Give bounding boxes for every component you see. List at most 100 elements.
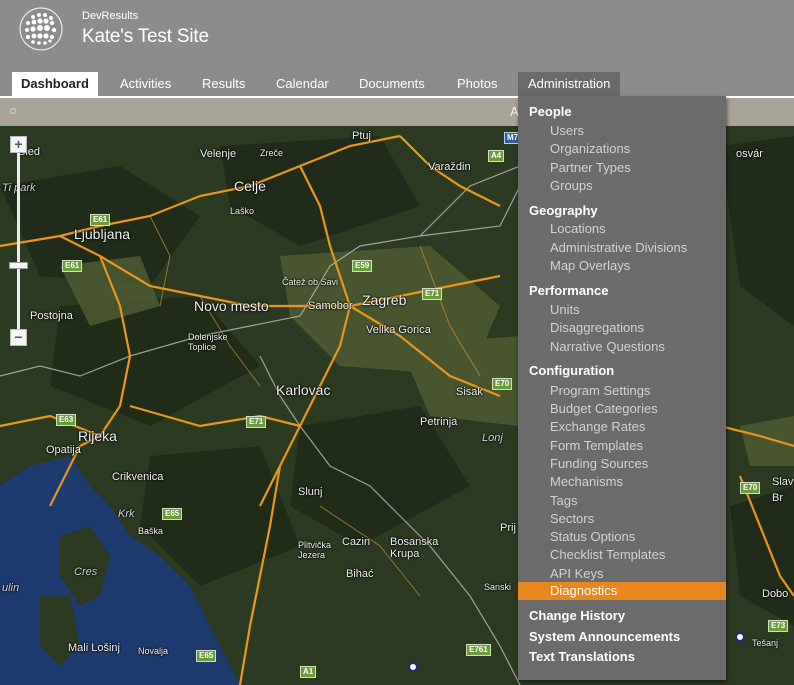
menu-item-map-overlays[interactable]: Map Overlays [550, 258, 630, 273]
menu-item-mechanisms[interactable]: Mechanisms [550, 474, 623, 489]
road-badge: E71 [422, 288, 443, 300]
map-label: Rijeka [78, 428, 117, 444]
map-label: Velenje [200, 148, 237, 160]
road-badge: E65 [162, 508, 183, 520]
zoom-slider-track[interactable] [17, 153, 20, 337]
map-marker[interactable] [735, 632, 745, 642]
menu-item-system-announcements[interactable]: System Announcements [529, 629, 680, 644]
road-badge: E73 [768, 620, 789, 632]
map-label: Bosanska Krupa [390, 536, 439, 560]
map-label: Crikvenica [112, 471, 164, 483]
menu-item-users[interactable]: Users [550, 123, 584, 138]
collapse-icon[interactable] [10, 108, 16, 114]
menu-item-funding-sources[interactable]: Funding Sources [550, 456, 648, 471]
map-label: Postojna [30, 310, 73, 322]
tab-calendar[interactable]: Calendar [276, 72, 329, 96]
menu-item-units[interactable]: Units [550, 302, 580, 317]
map-label: Br [772, 492, 783, 504]
site-title[interactable]: Kate's Test Site [82, 26, 209, 48]
menu-item-locations[interactable]: Locations [550, 221, 606, 236]
devresults-logo-icon[interactable] [18, 6, 64, 52]
map-label: Sanski [484, 582, 512, 592]
map-label: Laško [230, 206, 255, 216]
map-label: Varaždin [428, 161, 471, 173]
map-label: Bihać [346, 568, 374, 580]
menu-item-sectors[interactable]: Sectors [550, 511, 594, 526]
menu-item-api-keys[interactable]: API Keys [550, 566, 603, 581]
zoom-out-button[interactable]: − [10, 329, 27, 346]
tab-dashboard[interactable]: Dashboard [12, 72, 98, 96]
map-label: Čatež ob Savi [282, 277, 339, 287]
map-label: Mali Lošinj [68, 642, 120, 654]
road-badge: A1 [300, 666, 317, 678]
map-label: Lonj [482, 432, 503, 444]
menu-section-configuration[interactable]: Configuration [529, 363, 614, 378]
map-label: Cazin [342, 536, 371, 548]
road-badge: E65 [196, 650, 217, 662]
map-label: Zagreb [362, 292, 407, 308]
menu-item-tags[interactable]: Tags [550, 493, 577, 508]
map-label: Sisak [456, 386, 483, 398]
map-label: Slunj [298, 486, 323, 498]
menu-item-budget-categories[interactable]: Budget Categories [550, 401, 658, 416]
map-label: Dobo [762, 588, 789, 600]
menu-item-partner-types[interactable]: Partner Types [550, 160, 631, 175]
map-label: Karlovac [276, 382, 331, 398]
menu-item-groups[interactable]: Groups [550, 178, 593, 193]
map-label: Cres [74, 566, 98, 578]
map-label: Celje [234, 178, 266, 194]
map-label: osvár [736, 148, 763, 160]
menu-item-diagnostics[interactable]: Diagnostics [518, 582, 726, 600]
map-label: Ptuj [352, 130, 371, 142]
menu-section-people[interactable]: People [529, 104, 572, 119]
map-label: Tešanj [752, 638, 779, 648]
map-label: Opatija [46, 444, 81, 456]
map-label: Novalja [138, 646, 169, 656]
road-badge: E61 [62, 260, 83, 272]
menu-item-exchange-rates[interactable]: Exchange Rates [550, 419, 645, 434]
menu-item-checklist-templates[interactable]: Checklist Templates [550, 547, 665, 562]
tab-administration[interactable]: Administration [518, 72, 621, 96]
road-badge: E61 [90, 214, 111, 226]
road-badge: A4 [488, 150, 505, 162]
main-nav: Dashboard Activities Results Calendar Do… [0, 72, 794, 96]
menu-item-narrative-questions[interactable]: Narrative Questions [550, 339, 665, 354]
map-label: Zreče [260, 148, 284, 158]
zoom-slider-thumb[interactable] [9, 262, 28, 269]
menu-item-program-settings[interactable]: Program Settings [550, 383, 650, 398]
menu-item-organizations[interactable]: Organizations [550, 141, 630, 156]
menu-item-status-options[interactable]: Status Options [550, 529, 635, 544]
map-label: Dolenjske Toplice [188, 332, 228, 352]
tab-activities[interactable]: Activities [120, 72, 171, 96]
map-label: Plitvička Jezera [298, 540, 332, 560]
map-label: Samobor [308, 300, 353, 312]
road-badge: E761 [466, 644, 491, 656]
road-badge: E63 [56, 414, 77, 426]
menu-item-administrative-divisions[interactable]: Administrative Divisions [550, 240, 687, 255]
map-label: Petrinja [420, 416, 458, 428]
map-label: Slav [772, 476, 794, 488]
map-label: Ljubljana [74, 226, 131, 242]
administration-menu: People Users Organizations Partner Types… [518, 96, 726, 680]
menu-item-text-translations[interactable]: Text Translations [529, 649, 635, 664]
menu-section-performance[interactable]: Performance [529, 283, 608, 298]
road-badge: E59 [352, 260, 373, 272]
menu-item-form-templates[interactable]: Form Templates [550, 438, 643, 453]
map-label: ulin [2, 582, 20, 594]
menu-section-geography[interactable]: Geography [529, 203, 598, 218]
menu-item-disaggregations[interactable]: Disaggregations [550, 320, 644, 335]
brand-name: DevResults [82, 10, 139, 22]
zoom-in-button[interactable]: + [10, 136, 27, 153]
road-badge: E70 [740, 482, 761, 494]
road-badge: E71 [246, 416, 267, 428]
menu-item-change-history[interactable]: Change History [529, 608, 625, 623]
map-label: Krk [118, 508, 135, 520]
tab-photos[interactable]: Photos [457, 72, 497, 96]
map-marker[interactable] [408, 662, 418, 672]
map-label: Velika Gorica [366, 324, 431, 336]
map-label: Baška [138, 526, 164, 536]
tab-documents[interactable]: Documents [359, 72, 425, 96]
map-label: Prij [500, 522, 516, 534]
tab-results[interactable]: Results [202, 72, 245, 96]
road-badge: E70 [492, 378, 513, 390]
